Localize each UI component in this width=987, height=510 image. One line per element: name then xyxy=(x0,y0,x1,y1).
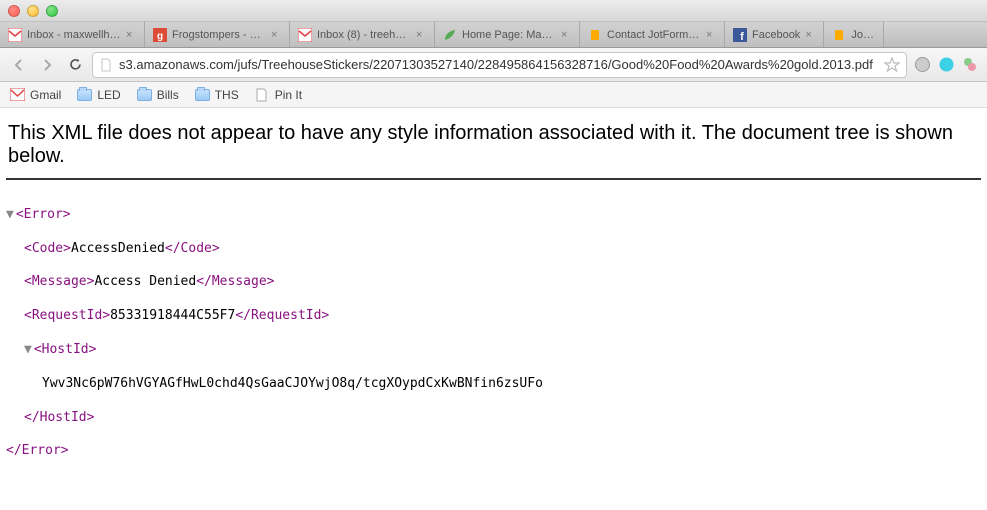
tab-title: Contact JotForm S… xyxy=(607,29,701,41)
close-tab-icon[interactable]: × xyxy=(271,30,281,40)
close-tab-icon[interactable]: × xyxy=(706,30,716,40)
close-tab-icon[interactable]: × xyxy=(126,30,136,40)
xml-tag: <Message> xyxy=(24,274,94,289)
bookmark-item[interactable]: Pin It xyxy=(255,88,302,102)
tab-title: Frogstompers - G… xyxy=(172,29,266,41)
xml-tag: </Message> xyxy=(196,274,274,289)
browser-tab[interactable]: JotF… xyxy=(824,22,884,47)
xml-tag: <Error> xyxy=(16,207,71,222)
window-titlebar xyxy=(0,0,987,22)
folder-icon xyxy=(137,89,152,101)
jotform-icon xyxy=(832,28,846,42)
xml-value: Ywv3Nc6pW76hVGYAGfHwL0chd4QsGaaCJOYwjO8q… xyxy=(42,376,543,391)
bookmark-item[interactable]: Gmail xyxy=(10,88,61,102)
extension-icon[interactable] xyxy=(937,56,955,74)
bookmark-label: Gmail xyxy=(30,88,61,102)
browser-tab[interactable]: Contact JotForm S… × xyxy=(580,22,725,47)
disclosure-triangle-icon[interactable]: ▼ xyxy=(6,207,14,222)
xml-banner-message: This XML file does not appear to have an… xyxy=(6,118,981,180)
close-tab-icon[interactable]: × xyxy=(416,30,426,40)
xml-tag: </RequestId> xyxy=(235,308,329,323)
page-icon xyxy=(99,58,113,72)
xml-tag: <HostId> xyxy=(34,342,97,357)
browser-tab[interactable]: Home Page: Max… × xyxy=(435,22,580,47)
svg-text:g: g xyxy=(157,31,163,42)
bookmark-folder[interactable]: Bills xyxy=(137,88,179,102)
traffic-lights xyxy=(8,5,58,17)
extension-globe-icon[interactable] xyxy=(913,56,931,74)
page-content: This XML file does not appear to have an… xyxy=(0,108,987,504)
gmail-icon xyxy=(10,88,25,101)
bookmark-label: THS xyxy=(215,88,239,102)
url-text: s3.amazonaws.com/jufs/TreehouseStickers/… xyxy=(119,57,878,72)
browser-tab[interactable]: g Frogstompers - G… × xyxy=(145,22,290,47)
xml-tag: <RequestId> xyxy=(24,308,110,323)
folder-icon xyxy=(195,89,210,101)
tab-strip: Inbox - maxwellhu… × g Frogstompers - G…… xyxy=(0,22,987,48)
bookmark-star-icon[interactable] xyxy=(884,57,900,73)
browser-tab[interactable]: f Facebook × xyxy=(725,22,824,47)
close-tab-icon[interactable]: × xyxy=(805,30,815,40)
facebook-icon: f xyxy=(733,28,747,42)
back-button[interactable] xyxy=(8,54,30,76)
page-icon xyxy=(255,88,270,101)
xml-tag: </Code> xyxy=(165,241,220,256)
bookmark-folder[interactable]: THS xyxy=(195,88,239,102)
bookmarks-bar: Gmail LED Bills THS Pin It xyxy=(0,82,987,108)
tab-title: Home Page: Max… xyxy=(462,29,556,41)
tab-title: Inbox (8) - treeho… xyxy=(317,29,411,41)
browser-tab[interactable]: Inbox (8) - treeho… × xyxy=(290,22,435,47)
forward-button[interactable] xyxy=(36,54,58,76)
gmail-icon xyxy=(8,28,22,42)
xml-value: 85331918444C55F7 xyxy=(110,308,235,323)
reload-button[interactable] xyxy=(64,54,86,76)
address-bar[interactable]: s3.amazonaws.com/jufs/TreehouseStickers/… xyxy=(92,52,907,78)
bookmark-label: LED xyxy=(97,88,120,102)
xml-value: Access Denied xyxy=(94,274,196,289)
bookmark-label: Pin It xyxy=(275,88,302,102)
browser-tab[interactable]: Inbox - maxwellhu… × xyxy=(0,22,145,47)
jotform-icon xyxy=(588,28,602,42)
gmail-icon xyxy=(298,28,312,42)
minimize-window-button[interactable] xyxy=(27,5,39,17)
disclosure-triangle-icon[interactable]: ▼ xyxy=(24,342,32,357)
google-plus-icon: g xyxy=(153,28,167,42)
browser-toolbar: s3.amazonaws.com/jufs/TreehouseStickers/… xyxy=(0,48,987,82)
xml-tag: </Error> xyxy=(6,443,69,458)
leaf-icon xyxy=(443,28,457,42)
close-window-button[interactable] xyxy=(8,5,20,17)
extension-icon[interactable] xyxy=(961,56,979,74)
zoom-window-button[interactable] xyxy=(46,5,58,17)
xml-value: AccessDenied xyxy=(71,241,165,256)
xml-tree: ▼<Error> <Code>AccessDenied</Code> <Mess… xyxy=(6,190,981,494)
close-tab-icon[interactable]: × xyxy=(561,30,571,40)
tab-title: Facebook xyxy=(752,29,800,41)
svg-text:f: f xyxy=(740,31,744,42)
bookmark-folder[interactable]: LED xyxy=(77,88,120,102)
tab-title: Inbox - maxwellhu… xyxy=(27,29,121,41)
xml-tag: <Code> xyxy=(24,241,71,256)
folder-icon xyxy=(77,89,92,101)
xml-tag: </HostId> xyxy=(24,410,94,425)
bookmark-label: Bills xyxy=(157,88,179,102)
tab-title: JotF… xyxy=(851,29,875,41)
